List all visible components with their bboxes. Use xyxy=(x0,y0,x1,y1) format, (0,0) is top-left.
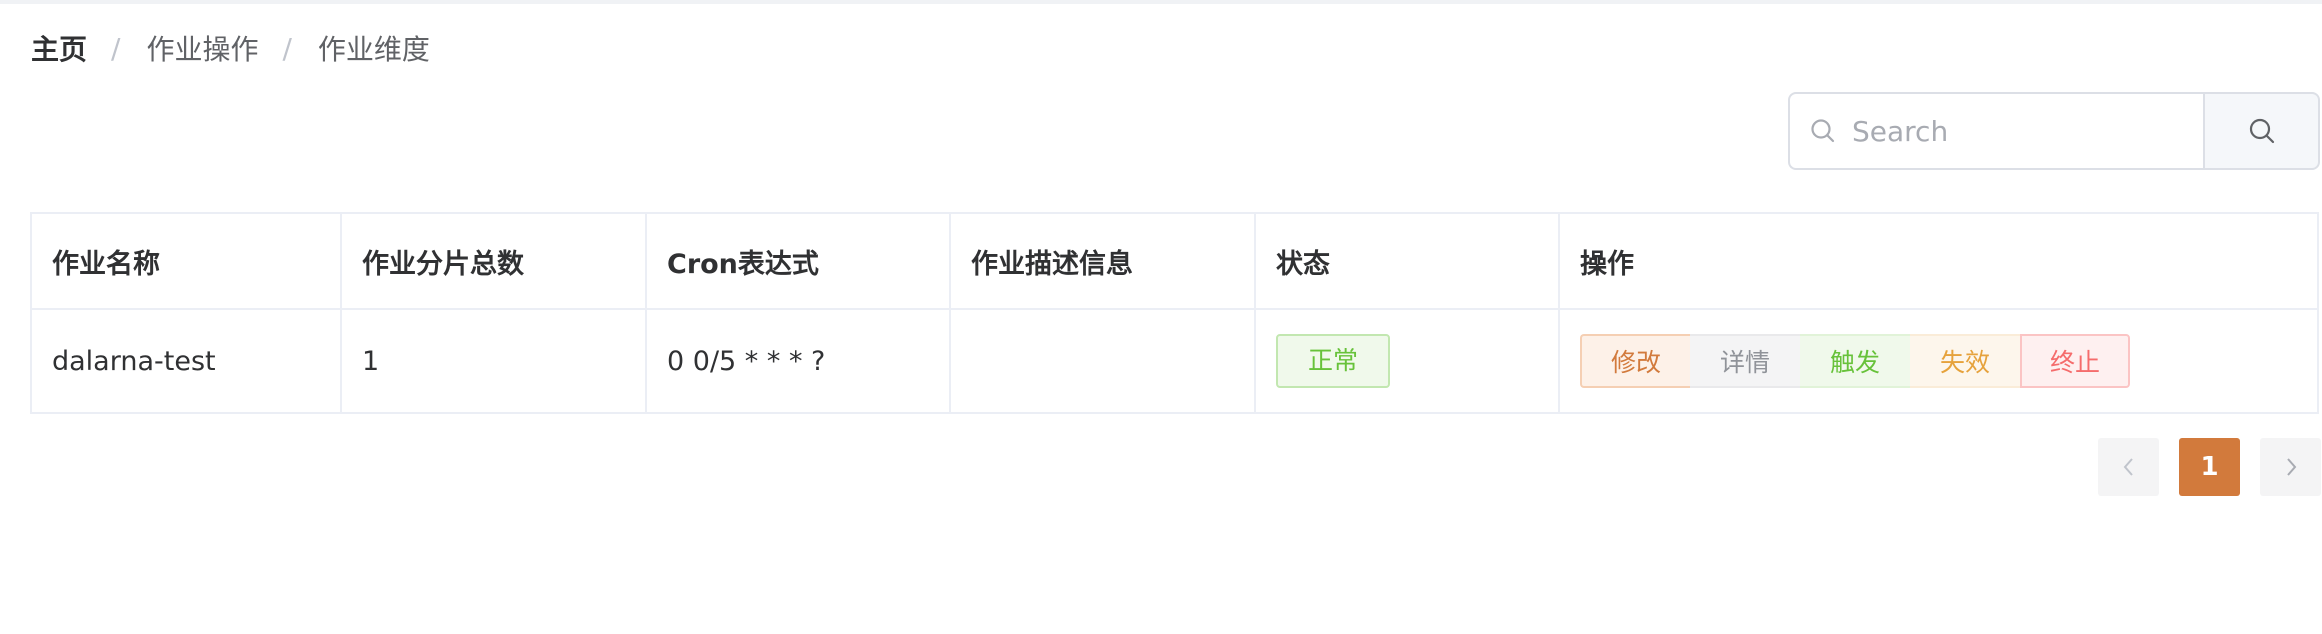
edit-button[interactable]: 修改 xyxy=(1580,334,1690,388)
next-page-button[interactable] xyxy=(2260,438,2321,496)
breadcrumb: 主页 / 作业操作 / 作业维度 xyxy=(31,28,430,68)
search-icon xyxy=(2249,118,2274,144)
search-bar xyxy=(1788,92,2320,170)
job-table: 作业名称 作业分片总数 Cron表达式 作业描述信息 状态 操作 dalarna… xyxy=(30,212,2319,414)
breadcrumb-separator: / xyxy=(111,31,121,65)
table-header-row: 作业名称 作业分片总数 Cron表达式 作业描述信息 状态 操作 xyxy=(30,212,2319,310)
top-divider xyxy=(0,0,2322,4)
page-button-current[interactable]: 1 xyxy=(2179,438,2240,496)
cell-description xyxy=(949,308,1256,414)
column-header-description: 作业描述信息 xyxy=(949,212,1256,310)
search-button[interactable] xyxy=(2203,92,2320,170)
column-header-job-name: 作业名称 xyxy=(30,212,342,310)
table-row: dalarna-test 1 0 0/5 * * * ? 正常 修改 详情 触发… xyxy=(30,308,2319,414)
prev-page-button[interactable] xyxy=(2098,438,2159,496)
breadcrumb-job-operation[interactable]: 作业操作 xyxy=(146,28,258,68)
chevron-left-icon xyxy=(2123,458,2133,476)
cell-job-name: dalarna-test xyxy=(30,308,342,414)
cell-status: 正常 xyxy=(1254,308,1560,414)
column-header-sharding-total: 作业分片总数 xyxy=(340,212,647,310)
search-input[interactable] xyxy=(1850,113,2174,149)
column-header-status: 状态 xyxy=(1254,212,1560,310)
status-badge: 正常 xyxy=(1276,334,1391,388)
disable-button[interactable]: 失效 xyxy=(1910,334,2020,388)
cell-actions: 修改 详情 触发 失效 终止 xyxy=(1558,308,2319,414)
cell-sharding-total: 1 xyxy=(340,308,647,414)
pagination: 1 xyxy=(2098,438,2321,496)
search-icon xyxy=(1811,119,1835,143)
action-button-group: 修改 详情 触发 失效 终止 xyxy=(1580,334,2130,388)
column-header-cron: Cron表达式 xyxy=(645,212,951,310)
breadcrumb-job-dimension: 作业维度 xyxy=(317,33,430,66)
trigger-button[interactable]: 触发 xyxy=(1800,334,1910,388)
column-header-actions: 操作 xyxy=(1558,212,2319,310)
search-field[interactable] xyxy=(1788,92,2203,170)
cell-cron: 0 0/5 * * * ? xyxy=(645,308,951,414)
detail-button[interactable]: 详情 xyxy=(1690,334,1800,388)
breadcrumb-home[interactable]: 主页 xyxy=(31,28,87,68)
terminate-button[interactable]: 终止 xyxy=(2020,334,2130,388)
chevron-right-icon xyxy=(2286,458,2296,476)
breadcrumb-separator: / xyxy=(282,31,292,65)
